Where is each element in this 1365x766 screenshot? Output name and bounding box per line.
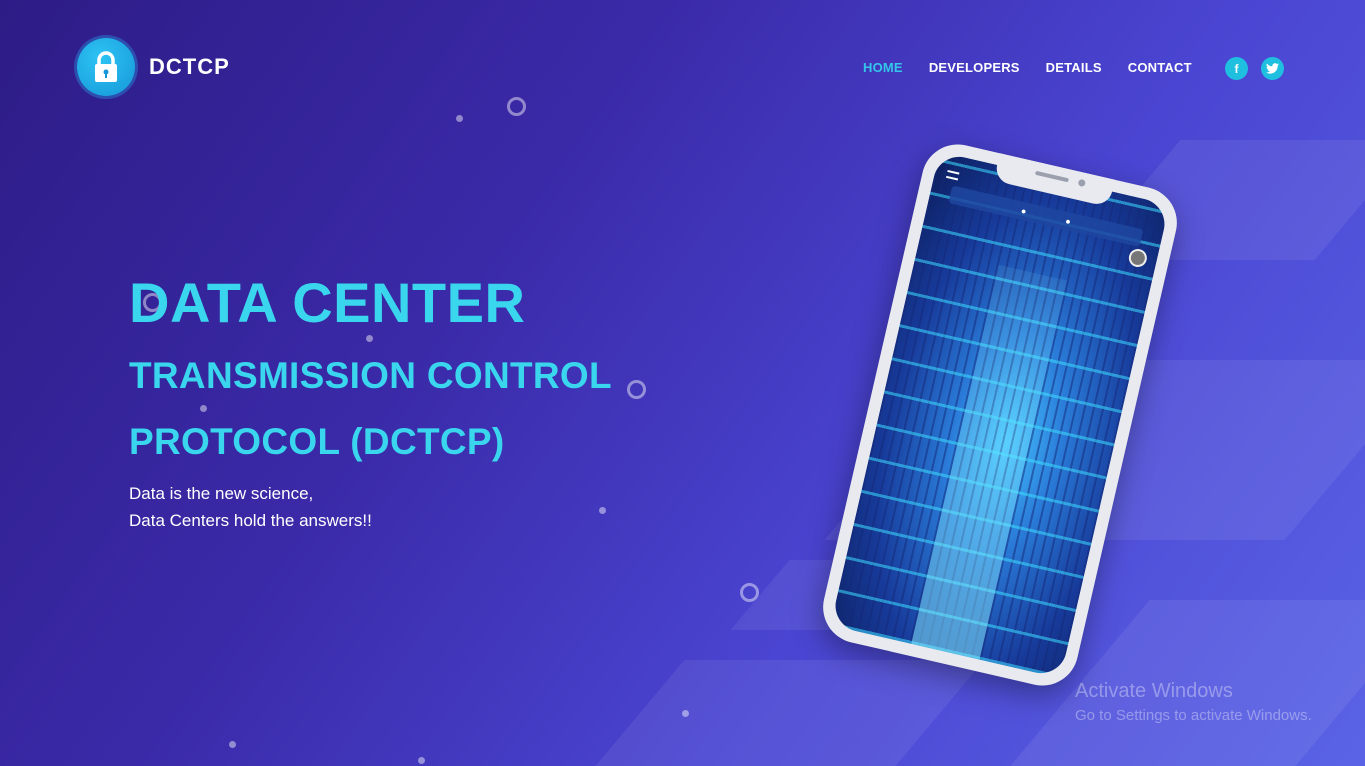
nav-contact[interactable]: CONTACT bbox=[1128, 60, 1192, 75]
nav-home[interactable]: HOME bbox=[863, 60, 903, 75]
tagline-line2: Data Centers hold the answers!! bbox=[129, 511, 372, 530]
social-links: f bbox=[1225, 57, 1284, 80]
windows-activation-watermark: Activate Windows Go to Settings to activ… bbox=[1075, 680, 1312, 724]
avatar-icon bbox=[1127, 247, 1149, 269]
hamburger-menu-icon bbox=[945, 169, 960, 181]
hero-tagline: Data is the new science, Data Centers ho… bbox=[129, 480, 372, 534]
brand-name: DCTCP bbox=[149, 54, 230, 79]
tagline-line1: Data is the new science, bbox=[129, 484, 314, 503]
watermark-title: Activate Windows bbox=[1075, 680, 1233, 702]
nav-developers[interactable]: DEVELOPERS bbox=[929, 60, 1020, 75]
main-nav: HOME DEVELOPERS DETAILS CONTACT bbox=[863, 60, 1192, 75]
nav-details[interactable]: DETAILS bbox=[1046, 60, 1102, 75]
twitter-icon[interactable] bbox=[1261, 57, 1284, 80]
drop-icon: ● bbox=[1064, 215, 1072, 227]
phone-screen-image: ● ● bbox=[830, 151, 1170, 679]
brand-logo[interactable]: DCTCP bbox=[77, 38, 230, 96]
lock-icon bbox=[77, 38, 135, 96]
watermark-subtitle: Go to Settings to activate Windows. bbox=[1075, 707, 1312, 724]
hero-title: DATA CENTER bbox=[129, 271, 526, 334]
facebook-icon[interactable]: f bbox=[1225, 57, 1248, 80]
app-bar: ● ● bbox=[948, 185, 1144, 248]
hero-subtitle-line2: PROTOCOL (DCTCP) bbox=[129, 421, 505, 462]
hero-subtitle-line1: TRANSMISSION CONTROL bbox=[129, 355, 612, 396]
info-icon: ● bbox=[1019, 205, 1028, 217]
phone-mockup: ● ● bbox=[815, 137, 1185, 693]
